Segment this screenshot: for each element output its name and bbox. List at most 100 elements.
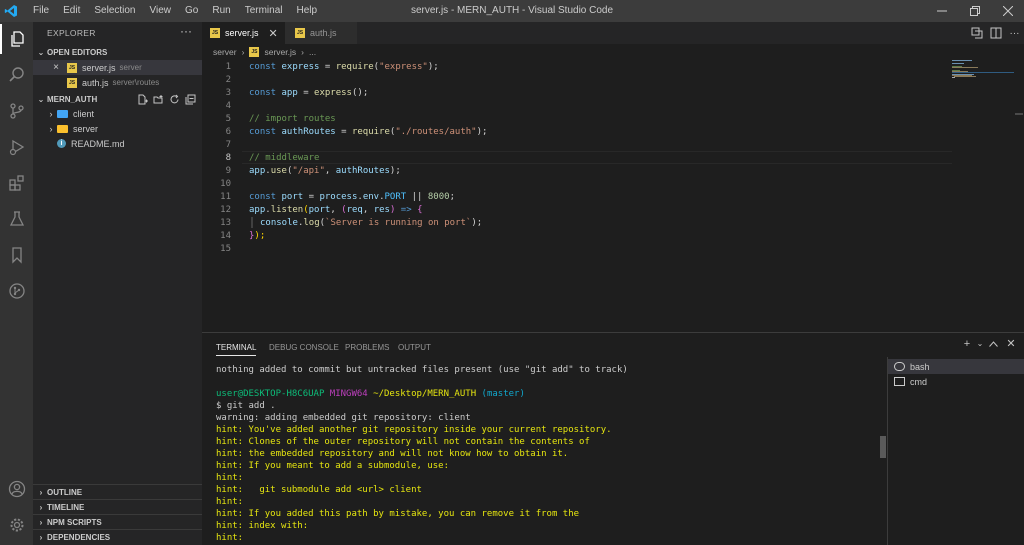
explorer-more-actions-icon[interactable]: ··· xyxy=(180,24,192,38)
breadcrumb-file[interactable]: server.js xyxy=(264,47,296,57)
menu-edit[interactable]: Edit xyxy=(56,0,87,22)
code-line-3: 3 const app = express(); xyxy=(202,86,952,99)
js-file-icon: JS xyxy=(249,46,260,57)
menu-terminal[interactable]: Terminal xyxy=(238,0,290,22)
code-line-6: 6 const authRoutes = require("./routes/a… xyxy=(202,125,952,138)
search-icon[interactable] xyxy=(0,60,33,90)
settings-gear-icon[interactable] xyxy=(0,510,33,540)
terminal-output[interactable]: nothing added to commit but untracked fi… xyxy=(216,363,876,545)
js-file-icon: JS xyxy=(67,62,77,73)
terminal-item-bash[interactable]: bash xyxy=(888,359,1024,374)
terminal-line: hint: You've added another git repositor… xyxy=(216,425,612,435)
terminal-item-label: bash xyxy=(910,361,930,372)
account-icon[interactable] xyxy=(0,474,33,504)
js-file-icon: JS xyxy=(295,28,305,38)
menu-go[interactable]: Go xyxy=(178,0,205,22)
terminal-line: warning: adding embedded git repository:… xyxy=(216,413,471,423)
terminal-scrollbar[interactable] xyxy=(880,436,886,458)
menu-selection[interactable]: Selection xyxy=(87,0,142,22)
tab-output[interactable]: OUTPUT xyxy=(398,333,431,361)
open-editor-server-js[interactable]: × JS server.js server xyxy=(33,60,202,75)
new-file-icon[interactable] xyxy=(134,92,150,106)
split-editor-icon[interactable] xyxy=(986,27,1005,39)
outline-section[interactable]: › OUTLINE xyxy=(33,484,202,499)
menu-view[interactable]: View xyxy=(143,0,179,22)
source-control-icon[interactable] xyxy=(0,96,33,126)
open-editors-header[interactable]: ⌄ OPEN EDITORS xyxy=(33,45,202,59)
dependencies-section[interactable]: › DEPENDENCIES xyxy=(33,529,202,544)
code-editor[interactable]: 1 const express = require("express"); 2 … xyxy=(202,59,1024,332)
code-line-14: 14 }); xyxy=(202,229,952,242)
code-line-5: 5 // import routes xyxy=(202,112,952,125)
open-editor-name: server.js xyxy=(82,62,116,73)
menu-file[interactable]: File xyxy=(26,0,56,22)
code-line-9: 9 app.use("/api", authRoutes); xyxy=(202,164,952,177)
tab-server-js[interactable]: JS server.js ✕ xyxy=(202,22,285,44)
open-editor-auth-js[interactable]: JS auth.js server\routes xyxy=(33,75,202,90)
menu-bar: File Edit Selection View Go Run Terminal… xyxy=(26,0,324,22)
terminal-line: hint: the embedded repository and will n… xyxy=(216,449,569,459)
code-line-13: 13 console.log(`Server is running on por… xyxy=(202,216,952,229)
open-editor-desc: server\routes xyxy=(112,78,160,87)
collapse-all-icon[interactable] xyxy=(182,92,198,106)
tab-problems[interactable]: PROBLEMS xyxy=(345,333,389,361)
extensions-icon[interactable] xyxy=(0,168,33,198)
timeline-section[interactable]: › TIMELINE xyxy=(33,499,202,514)
chevron-right-icon: › xyxy=(39,517,43,527)
close-panel-icon[interactable]: ✕ xyxy=(1002,337,1020,350)
line-number: 12 xyxy=(220,204,231,215)
line-number: 15 xyxy=(220,243,231,254)
bookmark-icon[interactable] xyxy=(0,240,33,270)
testing-flask-icon[interactable] xyxy=(0,204,33,234)
terminal-prompt: user@DESKTOP-H8C6UAP MINGW64 ~/Desktop/M… xyxy=(216,389,525,399)
terminal-item-cmd[interactable]: cmd xyxy=(888,374,1024,389)
tab-terminal[interactable]: TERMINAL xyxy=(216,333,257,361)
explorer-icon[interactable] xyxy=(0,24,33,54)
tree-item-client[interactable]: › client xyxy=(33,106,202,121)
editor-scrollbar[interactable] xyxy=(1014,59,1024,332)
indent-guide xyxy=(251,217,253,228)
minimap[interactable] xyxy=(952,59,1014,99)
vscode-logo-icon xyxy=(0,0,22,22)
close-tab-icon[interactable]: ✕ xyxy=(269,27,278,40)
terminal-line: hint: xyxy=(216,497,244,507)
maximize-panel-icon[interactable] xyxy=(984,338,1002,350)
tree-item-server[interactable]: › server xyxy=(33,121,202,136)
new-folder-icon[interactable] xyxy=(150,92,166,106)
window-controls xyxy=(925,0,1024,22)
line-number: 14 xyxy=(220,230,231,241)
project-header[interactable]: ⌄ MERN_AUTH xyxy=(33,92,202,106)
breadcrumb-symbol[interactable]: ... xyxy=(309,47,316,57)
run-debug-icon[interactable] xyxy=(0,132,33,162)
explorer-sidebar: EXPLORER ··· ⌄ OPEN EDITORS × JS server.… xyxy=(33,22,202,545)
tree-item-readme[interactable]: i README.md xyxy=(33,136,202,151)
explorer-title: EXPLORER xyxy=(47,28,96,38)
chevron-right-icon: › xyxy=(49,123,53,134)
code-line-7: 7 xyxy=(202,138,952,151)
line-number: 5 xyxy=(225,113,231,124)
close-window-button[interactable] xyxy=(991,0,1024,22)
open-editor-name: auth.js xyxy=(82,77,109,88)
npm-scripts-section[interactable]: › NPM SCRIPTS xyxy=(33,514,202,529)
open-changes-icon[interactable] xyxy=(967,27,986,39)
new-terminal-icon[interactable]: + xyxy=(958,338,976,350)
code-line-8: 8 // middleware xyxy=(202,151,952,164)
line-number: 11 xyxy=(220,191,231,202)
menu-help[interactable]: Help xyxy=(290,0,325,22)
git-graph-icon[interactable] xyxy=(0,276,33,306)
minimize-button[interactable] xyxy=(925,0,958,22)
tab-auth-js[interactable]: JS auth.js xyxy=(285,22,357,44)
tab-debug-console[interactable]: DEBUG CONSOLE xyxy=(269,333,339,361)
restore-button[interactable] xyxy=(958,0,991,22)
terminal-line: $ git add . xyxy=(216,401,276,411)
close-editor-icon[interactable]: × xyxy=(49,62,63,73)
section-label: NPM SCRIPTS xyxy=(47,517,102,527)
line-number: 4 xyxy=(225,100,231,111)
more-actions-icon[interactable]: ··· xyxy=(1005,28,1024,39)
chevron-down-icon[interactable]: ⌄ xyxy=(976,339,984,348)
breadcrumb-folder[interactable]: server xyxy=(213,47,237,57)
title-bar: File Edit Selection View Go Run Terminal… xyxy=(0,0,1024,22)
terminal-line: nothing added to commit but untracked fi… xyxy=(216,365,628,375)
menu-run[interactable]: Run xyxy=(205,0,237,22)
refresh-icon[interactable] xyxy=(166,92,182,106)
